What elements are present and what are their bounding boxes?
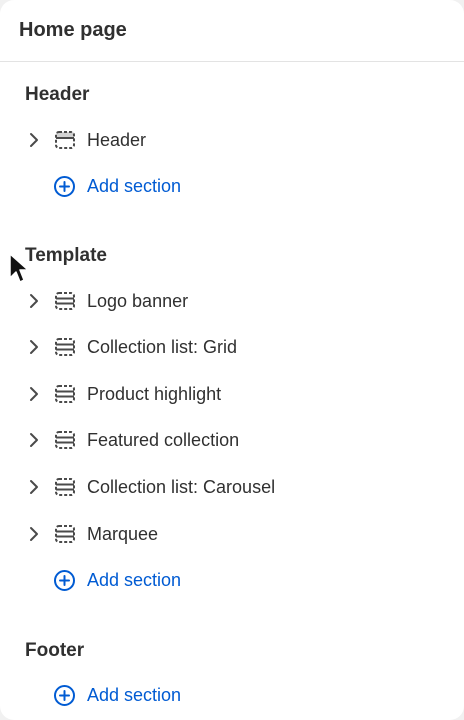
section-item-label: Logo banner: [87, 291, 189, 311]
section-item-collection-list-carousel[interactable]: Collection list: Carousel: [0, 467, 464, 507]
section-item-label: Header: [87, 130, 147, 150]
section-icon: [55, 338, 75, 356]
add-section-template-button[interactable]: Add section: [0, 560, 464, 600]
chevron-right-icon[interactable]: [28, 526, 40, 542]
section-icon: [55, 525, 75, 543]
section-item-label: Featured collection: [87, 430, 240, 450]
section-item-collection-list-grid[interactable]: Collection list: Grid: [0, 327, 464, 367]
group-title-header: Header: [25, 84, 90, 105]
section-icon: [55, 292, 75, 310]
section-item-label: Marquee: [87, 524, 159, 544]
plus-circle-icon: [54, 176, 75, 197]
section-item-label: Product highlight: [87, 384, 222, 404]
chevron-right-icon[interactable]: [28, 132, 40, 148]
chevron-right-icon[interactable]: [28, 386, 40, 402]
section-icon: [55, 478, 75, 496]
section-item-label: Collection list: Carousel: [87, 477, 276, 497]
header-section-icon: [55, 131, 75, 149]
section-icon: [55, 385, 75, 403]
sections-panel: Home page Header Header Add section Temp…: [0, 0, 464, 720]
add-section-label: Add section: [87, 685, 182, 705]
add-section-footer-button[interactable]: Add section: [0, 675, 464, 715]
add-section-label: Add section: [87, 176, 182, 196]
add-section-label: Add section: [87, 570, 182, 590]
group-title-footer: Footer: [25, 640, 85, 661]
section-item-featured-collection[interactable]: Featured collection: [0, 420, 464, 460]
group-title-template: Template: [25, 245, 108, 266]
chevron-right-icon[interactable]: [28, 432, 40, 448]
plus-circle-icon: [54, 685, 75, 706]
page-title: Home page: [19, 19, 127, 41]
section-item-marquee[interactable]: Marquee: [0, 514, 464, 554]
mouse-cursor-icon: [9, 253, 29, 283]
add-section-header-button[interactable]: Add section: [0, 166, 464, 206]
chevron-right-icon[interactable]: [28, 293, 40, 309]
section-item-product-highlight[interactable]: Product highlight: [0, 374, 464, 414]
chevron-right-icon[interactable]: [28, 339, 40, 355]
panel-header: Home page: [0, 0, 464, 62]
chevron-right-icon[interactable]: [28, 479, 40, 495]
plus-circle-icon: [54, 570, 75, 591]
section-item-label: Collection list: Grid: [87, 337, 238, 357]
section-item-logo-banner[interactable]: Logo banner: [0, 281, 464, 321]
section-icon: [55, 431, 75, 449]
section-item-header[interactable]: Header: [0, 120, 464, 160]
